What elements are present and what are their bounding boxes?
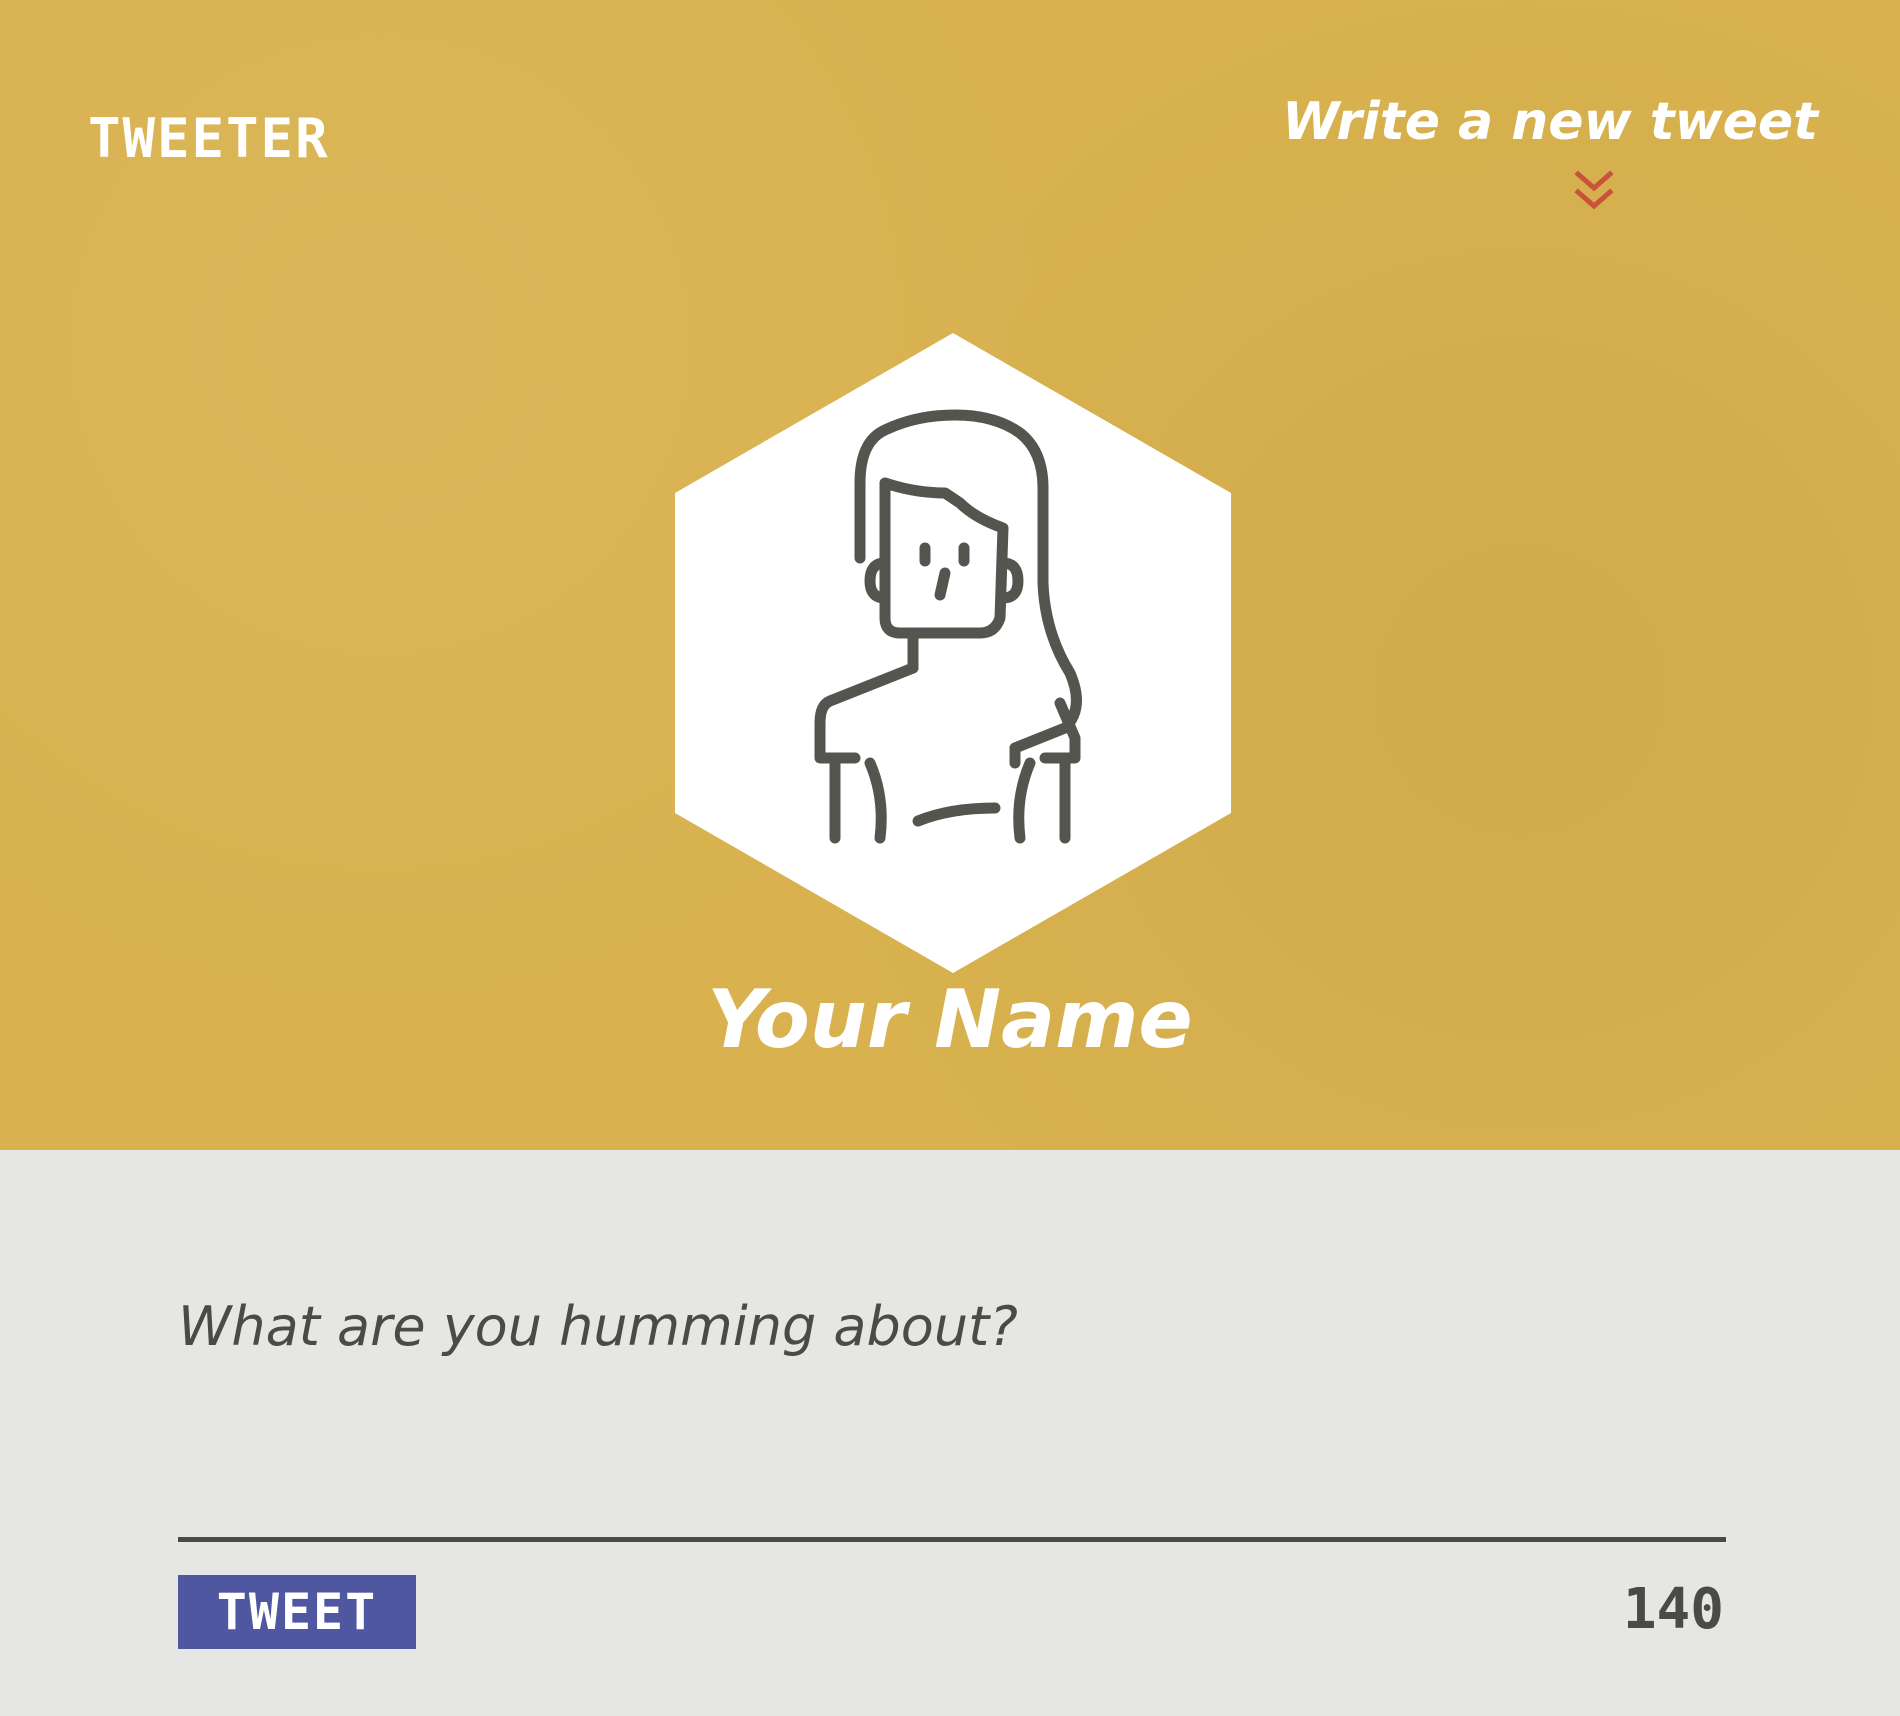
double-chevron-down-icon[interactable] [1570, 168, 1618, 216]
tweet-button[interactable]: TWEET [178, 1575, 416, 1649]
app-logo: TWEETER [88, 107, 330, 170]
profile-name: Your Name [707, 973, 1193, 1066]
input-underline [178, 1537, 1726, 1542]
tweet-input[interactable] [178, 1295, 1726, 1535]
character-counter: 140 [1622, 1577, 1724, 1642]
avatar [675, 333, 1231, 973]
hexagon-frame [675, 333, 1231, 973]
write-new-tweet-link[interactable]: Write a new tweet [1282, 96, 1818, 148]
profile-header: TWEETER Write a new tweet Your Name [0, 0, 1900, 1150]
